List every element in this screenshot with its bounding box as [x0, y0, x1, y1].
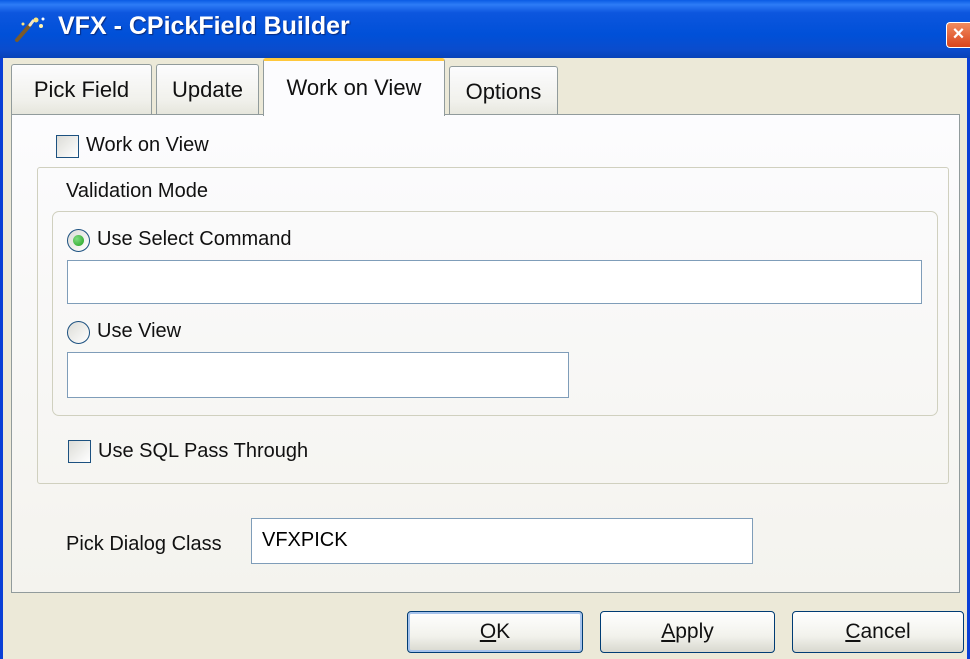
ok-mnemonic: O — [479, 620, 497, 643]
window-title: VFX - CPickField Builder — [58, 12, 350, 40]
apply-button[interactable]: Apply — [600, 611, 775, 653]
cancel-mnemonic: C — [845, 620, 861, 643]
close-icon[interactable]: × — [946, 22, 970, 48]
tab-label: Pick Field — [33, 77, 130, 102]
cancel-button[interactable]: Cancel — [792, 611, 964, 653]
validation-options-box: Use Select Command Use View — [52, 211, 938, 416]
use-select-command-label: Use Select Command — [97, 228, 292, 250]
radio-selected-dot — [73, 235, 84, 246]
pick-dialog-class-input[interactable]: VFXPICK — [251, 518, 753, 564]
tab-work-on-view[interactable]: Work on View — [263, 58, 445, 116]
tab-options[interactable]: Options — [449, 66, 558, 116]
tab-update[interactable]: Update — [156, 64, 259, 114]
select-command-input[interactable] — [67, 260, 922, 304]
tab-label: Options — [465, 79, 542, 104]
use-view-radio[interactable] — [67, 321, 90, 344]
tab-label: Update — [172, 77, 243, 102]
work-on-view-checkbox[interactable] — [56, 135, 79, 158]
dialog-window: VFX - CPickField Builder × Pick Field Up… — [0, 0, 970, 659]
tab-pick-field[interactable]: Pick Field — [11, 64, 152, 114]
work-on-view-label: Work on View — [86, 134, 209, 156]
apply-label-rest: pply — [675, 620, 714, 643]
tab-label: Work on View — [286, 75, 422, 100]
tab-panel-work-on-view: Work on View Validation Mode Use Select … — [11, 114, 960, 593]
ok-button[interactable]: OK — [407, 611, 583, 653]
validation-mode-title: Validation Mode — [66, 180, 208, 202]
use-select-command-radio[interactable] — [67, 229, 90, 252]
view-name-input[interactable] — [67, 352, 569, 398]
sql-pass-through-label: Use SQL Pass Through — [98, 440, 309, 462]
title-bar[interactable]: VFX - CPickField Builder × — [0, 0, 970, 58]
validation-groupbox: Validation Mode Use Select Command Use V… — [37, 167, 949, 484]
use-view-label: Use View — [97, 320, 182, 342]
ok-label-rest: K — [496, 620, 511, 643]
wand-icon — [15, 17, 45, 42]
apply-mnemonic: A — [661, 620, 676, 643]
sql-pass-through-checkbox[interactable] — [68, 440, 91, 463]
pick-dialog-class-label: Pick Dialog Class — [66, 533, 222, 555]
cancel-label-rest: ancel — [860, 620, 911, 643]
